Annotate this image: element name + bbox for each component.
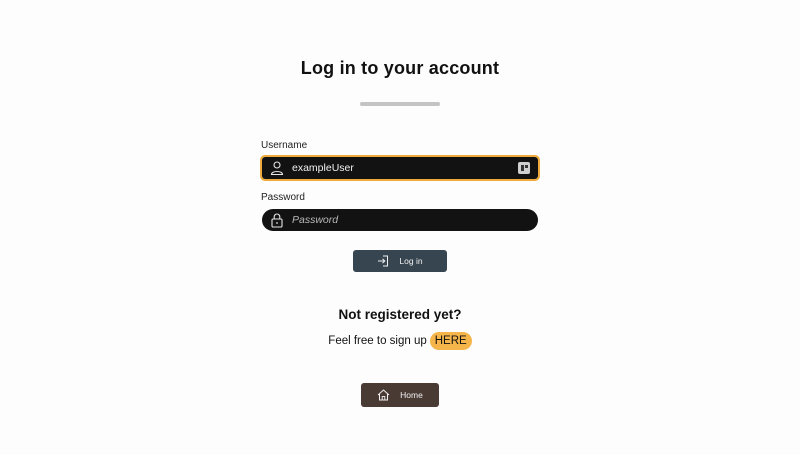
signup-line: Feel free to sign up HERE bbox=[0, 332, 800, 350]
text-cursor-icon: I bbox=[330, 170, 333, 180]
username-input[interactable] bbox=[292, 157, 512, 179]
password-field[interactable] bbox=[262, 209, 538, 231]
login-button-label: Log in bbox=[399, 256, 423, 266]
username-label: Username bbox=[261, 140, 308, 151]
home-button-label: Home bbox=[400, 390, 423, 400]
not-registered-heading: Not registered yet? bbox=[338, 307, 462, 322]
signup-here-link[interactable]: HERE bbox=[429, 332, 472, 350]
login-icon bbox=[377, 255, 389, 267]
password-label: Password bbox=[261, 192, 305, 203]
home-icon bbox=[377, 389, 390, 401]
password-manager-icon[interactable] bbox=[518, 162, 530, 174]
username-field[interactable] bbox=[260, 155, 540, 181]
login-button[interactable]: Log in bbox=[353, 250, 447, 272]
login-page: Log in to your account Username I Passwo… bbox=[0, 0, 800, 455]
lock-icon bbox=[270, 212, 284, 228]
signup-prompt: Feel free to sign up bbox=[328, 335, 427, 347]
password-input[interactable] bbox=[292, 209, 512, 231]
home-button[interactable]: Home bbox=[361, 383, 439, 407]
user-icon bbox=[270, 160, 284, 176]
title-underline bbox=[360, 102, 440, 106]
page-title: Log in to your account bbox=[300, 58, 500, 78]
